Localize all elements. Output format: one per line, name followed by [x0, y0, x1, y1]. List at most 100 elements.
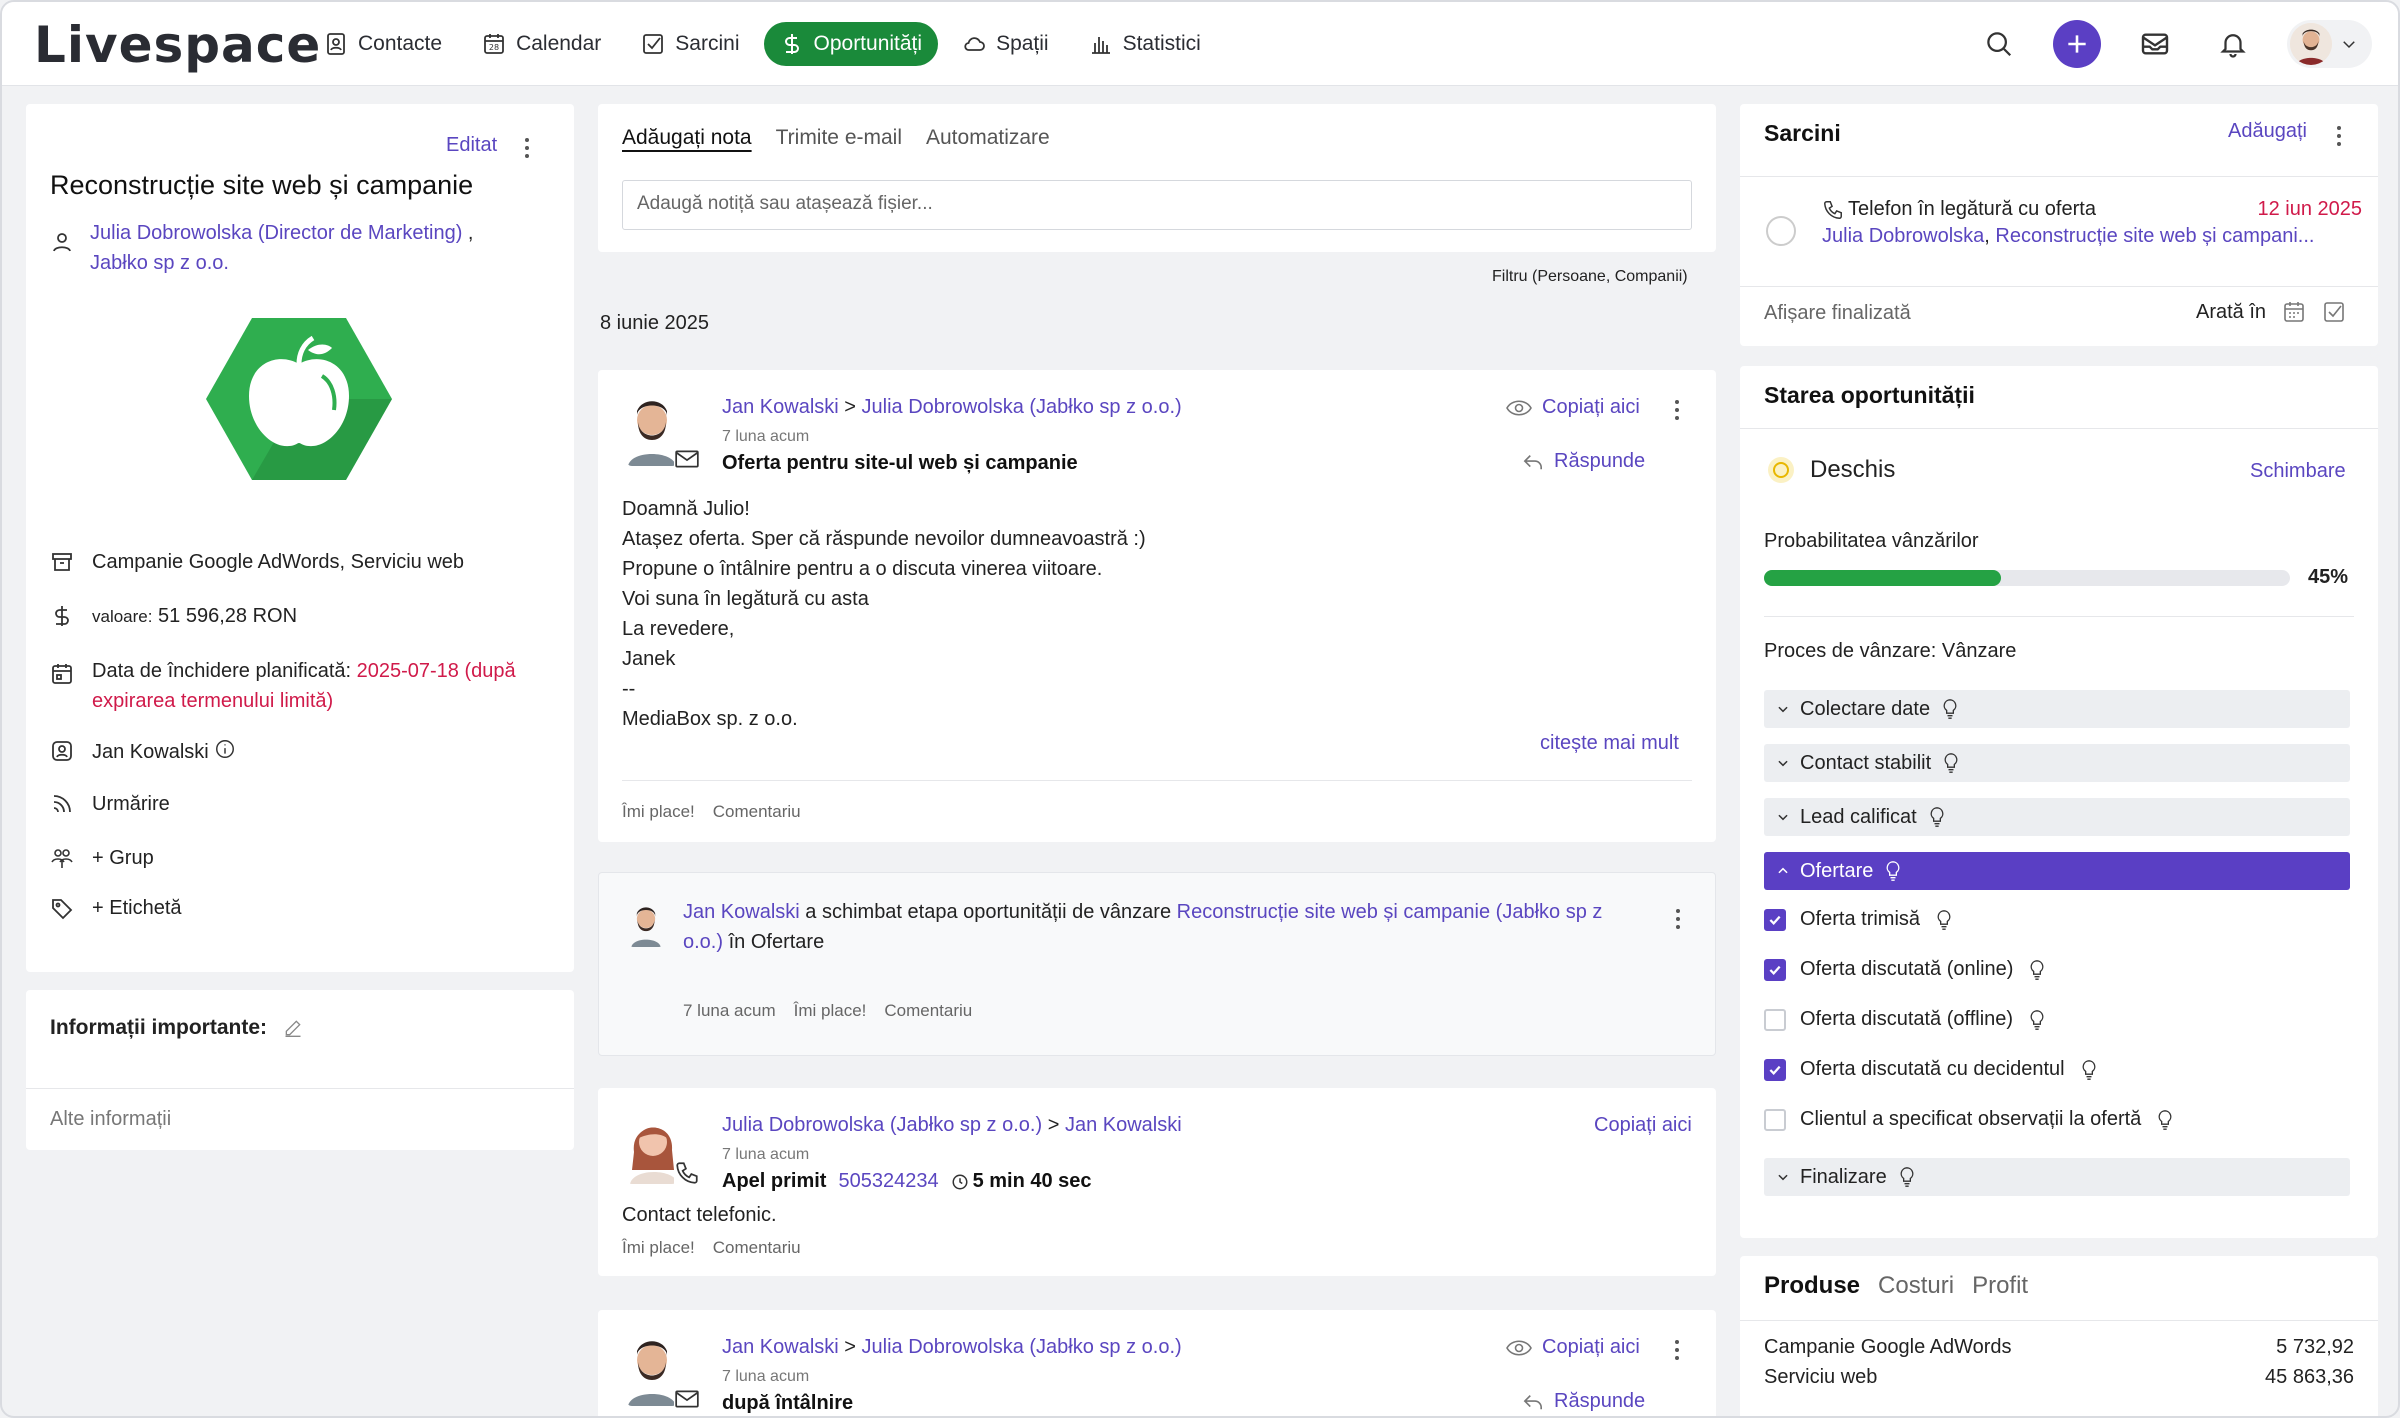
- info-icon[interactable]: [214, 738, 236, 760]
- tab-send-email[interactable]: Trimite e-mail: [776, 126, 902, 150]
- like-button[interactable]: Îmi place!: [622, 802, 695, 822]
- lightbulb-icon[interactable]: [1897, 1166, 1917, 1188]
- checkbox[interactable]: [1764, 1058, 1786, 1081]
- task-complete-checkbox[interactable]: [1766, 216, 1796, 246]
- lightbulb-icon[interactable]: [1927, 806, 1947, 828]
- group-row[interactable]: + Grup: [50, 846, 154, 870]
- nav-statistics[interactable]: Statistici: [1073, 22, 1217, 66]
- copy-here-button[interactable]: Copiați aici: [1506, 396, 1640, 419]
- email-subject[interactable]: Oferta pentru site-ul web și campanie: [722, 452, 1078, 475]
- email-subject[interactable]: după întâlnire: [722, 1392, 853, 1415]
- nav-opportunities[interactable]: Oportunități: [763, 22, 939, 66]
- email-more-menu[interactable]: [1674, 400, 1680, 420]
- task-deal-link[interactable]: Reconstrucție site web și campani...: [1995, 225, 2314, 247]
- lightbulb-icon[interactable]: [2027, 1009, 2047, 1031]
- deal-owner[interactable]: Jan Kowalski: [92, 741, 209, 763]
- email-more-menu[interactable]: [1674, 1340, 1680, 1360]
- tab-profit[interactable]: Profit: [1972, 1272, 2028, 1300]
- phone-number-link[interactable]: 505324234: [838, 1170, 938, 1193]
- like-button[interactable]: Îmi place!: [622, 1238, 695, 1258]
- call-body: Contact telefonic.: [622, 1204, 777, 1226]
- copy-here-button[interactable]: Copiați aici: [1594, 1114, 1692, 1137]
- stage-contact-established[interactable]: Contact stabilit: [1764, 744, 2350, 782]
- rss-icon: [53, 795, 71, 813]
- check-offer-sent[interactable]: Oferta trimisă: [1764, 908, 1954, 931]
- task-list-icon[interactable]: [2322, 300, 2346, 324]
- product-name[interactable]: Campanie Google AdWords: [1764, 1336, 2012, 1359]
- tasks-more-menu[interactable]: [2336, 126, 2342, 146]
- email-sender-link[interactable]: Jan Kowalski: [722, 1336, 839, 1358]
- checkbox[interactable]: [1764, 1008, 1786, 1031]
- products-tabs: Produse Costuri Profit: [1764, 1272, 2028, 1300]
- callee-link[interactable]: Jan Kowalski: [1065, 1114, 1182, 1136]
- notifications-button[interactable]: [2209, 20, 2257, 68]
- lightbulb-icon[interactable]: [1883, 860, 1903, 882]
- comment-button[interactable]: Comentariu: [713, 802, 801, 822]
- email-recipient-link[interactable]: Julia Dobrowolska (Jabłko sp z o.o.): [862, 1336, 1182, 1358]
- feed-filter[interactable]: Filtru (Persoane, Companii): [1492, 268, 1688, 286]
- stage-finalize[interactable]: Finalizare: [1764, 1158, 2350, 1196]
- nav-spaces[interactable]: Spații: [946, 22, 1065, 66]
- show-completed-toggle[interactable]: Afișare finalizată: [1764, 302, 1911, 325]
- pencil-icon[interactable]: [283, 1018, 303, 1038]
- eye-icon: [1506, 399, 1532, 416]
- other-info-label[interactable]: Alte informații: [50, 1108, 171, 1131]
- check-offer-discussed-offline[interactable]: Oferta discutată (offline): [1764, 1008, 2047, 1031]
- tab-automation[interactable]: Automatizare: [926, 126, 1050, 150]
- email-sender-link[interactable]: Jan Kowalski: [722, 396, 839, 418]
- probability-fill: [1764, 570, 2001, 586]
- stage-qualified-lead[interactable]: Lead calificat: [1764, 798, 2350, 836]
- nav-tasks[interactable]: Sarcini: [625, 22, 755, 66]
- check-client-remarks[interactable]: Clientul a specificat observații la ofer…: [1764, 1108, 2175, 1131]
- tab-costs[interactable]: Costuri: [1878, 1272, 1954, 1300]
- nav-calendar[interactable]: 28 Calendar: [466, 22, 617, 66]
- lightbulb-icon[interactable]: [2155, 1109, 2175, 1131]
- tag-row[interactable]: + Etichetă: [50, 896, 182, 920]
- checkbox[interactable]: [1764, 908, 1786, 931]
- reply-button[interactable]: Răspunde: [1522, 1390, 1645, 1413]
- actor-link[interactable]: Jan Kowalski: [683, 901, 800, 923]
- clock-icon: [952, 1174, 968, 1189]
- task-person-link[interactable]: Julia Dobrowolska: [1822, 225, 1984, 247]
- lightbulb-icon[interactable]: [2079, 1059, 2099, 1081]
- calendar-icon[interactable]: [2282, 300, 2306, 324]
- add-task-link[interactable]: Adăugați: [2228, 120, 2307, 143]
- user-menu[interactable]: [2287, 20, 2372, 68]
- like-button[interactable]: Îmi place!: [794, 1001, 867, 1021]
- edit-link[interactable]: Editat: [446, 134, 497, 157]
- mail-icon: [2141, 33, 2169, 55]
- deal-company-link[interactable]: Jabłko sp z o.o.: [90, 252, 229, 274]
- deal-contact-link[interactable]: Julia Dobrowolska (Director de Marketing…: [90, 222, 462, 244]
- comment-button[interactable]: Comentariu: [884, 1001, 972, 1021]
- stage-change-more-menu[interactable]: [1675, 909, 1681, 929]
- mail-button[interactable]: [2131, 20, 2179, 68]
- read-more-link[interactable]: citește mai mult: [1540, 732, 1679, 755]
- reply-button[interactable]: Răspunde: [1522, 450, 1645, 473]
- check-offer-discussed-decision-maker[interactable]: Oferta discutată cu decidentul: [1764, 1058, 2099, 1081]
- email-recipient-link[interactable]: Julia Dobrowolska (Jabłko sp z o.o.): [862, 396, 1182, 418]
- copy-here-button[interactable]: Copiați aici: [1506, 1336, 1640, 1359]
- avatar: [626, 1334, 678, 1406]
- check-offer-discussed-online[interactable]: Oferta discutată (online): [1764, 958, 2047, 981]
- tab-add-note[interactable]: Adăugați nota: [622, 126, 752, 150]
- deal-more-menu[interactable]: [524, 138, 530, 158]
- caller-link[interactable]: Julia Dobrowolska (Jabłko sp z o.o.): [722, 1114, 1042, 1136]
- lightbulb-icon[interactable]: [1941, 752, 1961, 774]
- product-name[interactable]: Serviciu web: [1764, 1366, 1877, 1389]
- nav-contacts[interactable]: Contacte: [308, 22, 458, 66]
- lightbulb-icon[interactable]: [1934, 909, 1954, 931]
- tab-products[interactable]: Produse: [1764, 1272, 1860, 1300]
- search-button[interactable]: [1975, 20, 2023, 68]
- stage-collect-data[interactable]: Colectare date: [1764, 690, 2350, 728]
- stage-offering[interactable]: Ofertare: [1764, 852, 2350, 890]
- checkbox[interactable]: [1764, 958, 1786, 981]
- note-input[interactable]: Adaugă notiță sau atașează fișier...: [622, 180, 1692, 230]
- comment-button[interactable]: Comentariu: [713, 1238, 801, 1258]
- checkbox[interactable]: [1764, 1108, 1786, 1131]
- lightbulb-icon[interactable]: [1940, 698, 1960, 720]
- task-item[interactable]: Telefon în legătură cu oferta 12 iun 202…: [1822, 198, 2362, 248]
- lightbulb-icon[interactable]: [2027, 959, 2047, 981]
- add-new-button[interactable]: [2053, 20, 2101, 68]
- follow-row[interactable]: Urmărire: [50, 792, 170, 816]
- change-status-link[interactable]: Schimbare: [2250, 460, 2346, 483]
